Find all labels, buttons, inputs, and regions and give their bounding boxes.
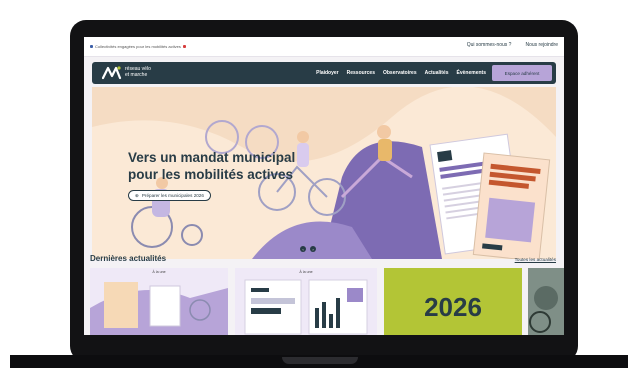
arrow-right-icon: ⊕ [135,192,139,198]
news-heading: Dernières actualités [90,254,167,263]
logo-icon [102,66,122,80]
news-card-photo [528,268,564,335]
main-nav: réseau vélo et marche Plaidoyer Ressourc… [92,62,556,84]
website-screen: Collectivités engagées pour les mobilité… [84,37,564,335]
laptop-notch [282,357,358,364]
news-card[interactable]: À la une [235,268,377,335]
flag-icon [182,45,186,48]
news-card-image [90,268,228,335]
site-logo[interactable]: réseau vélo et marche [102,65,151,80]
top-bar: Collectivités engagées pour les mobilité… [84,37,564,57]
hero-banner: Vers un mandat municipal pour les mobili… [92,87,556,259]
news-card[interactable]: À la une [90,268,228,335]
carousel-controls: ‹ › [300,246,316,252]
nav-item-plaidoyer[interactable]: Plaidoyer [316,70,339,76]
news-card[interactable]: 2026 [384,268,522,335]
flag-icon [90,45,93,48]
espace-adherent-button[interactable]: Espace adhérent [492,65,552,81]
nav-item-ressources[interactable]: Ressources [347,70,375,76]
all-news-link[interactable]: Toutes les actualités [515,257,556,262]
nav-item-observatoires[interactable]: Observatoires [383,70,417,76]
news-card-image [235,268,377,335]
preparer-municipales-button[interactable]: ⊕ Préparer les municipales 2026 [128,190,211,201]
laptop-mockup: Collectivités engagées pour les mobilité… [0,0,638,368]
carousel-prev-button[interactable]: ‹ [300,246,306,252]
news-card[interactable] [528,268,564,335]
hero-title: Vers un mandat municipal pour les mobili… [128,150,296,182]
link-qui-sommes-nous[interactable]: Qui sommes-nous ? [467,42,512,48]
topbar-links: Qui sommes-nous ? Nous rejoindre [467,42,558,48]
card-2026-text: 2026 [424,292,482,322]
topbar-tagline: Collectivités engagées pour les mobilité… [90,44,186,49]
link-nous-rejoindre[interactable]: Nous rejoindre [525,42,558,48]
carousel-next-button[interactable]: › [310,246,316,252]
nav-item-evenements[interactable]: Évènements [457,70,486,76]
nav-menu: Plaidoyer Ressources Observatoires Actua… [316,70,486,76]
nav-item-actualites[interactable]: Actualités [425,70,449,76]
